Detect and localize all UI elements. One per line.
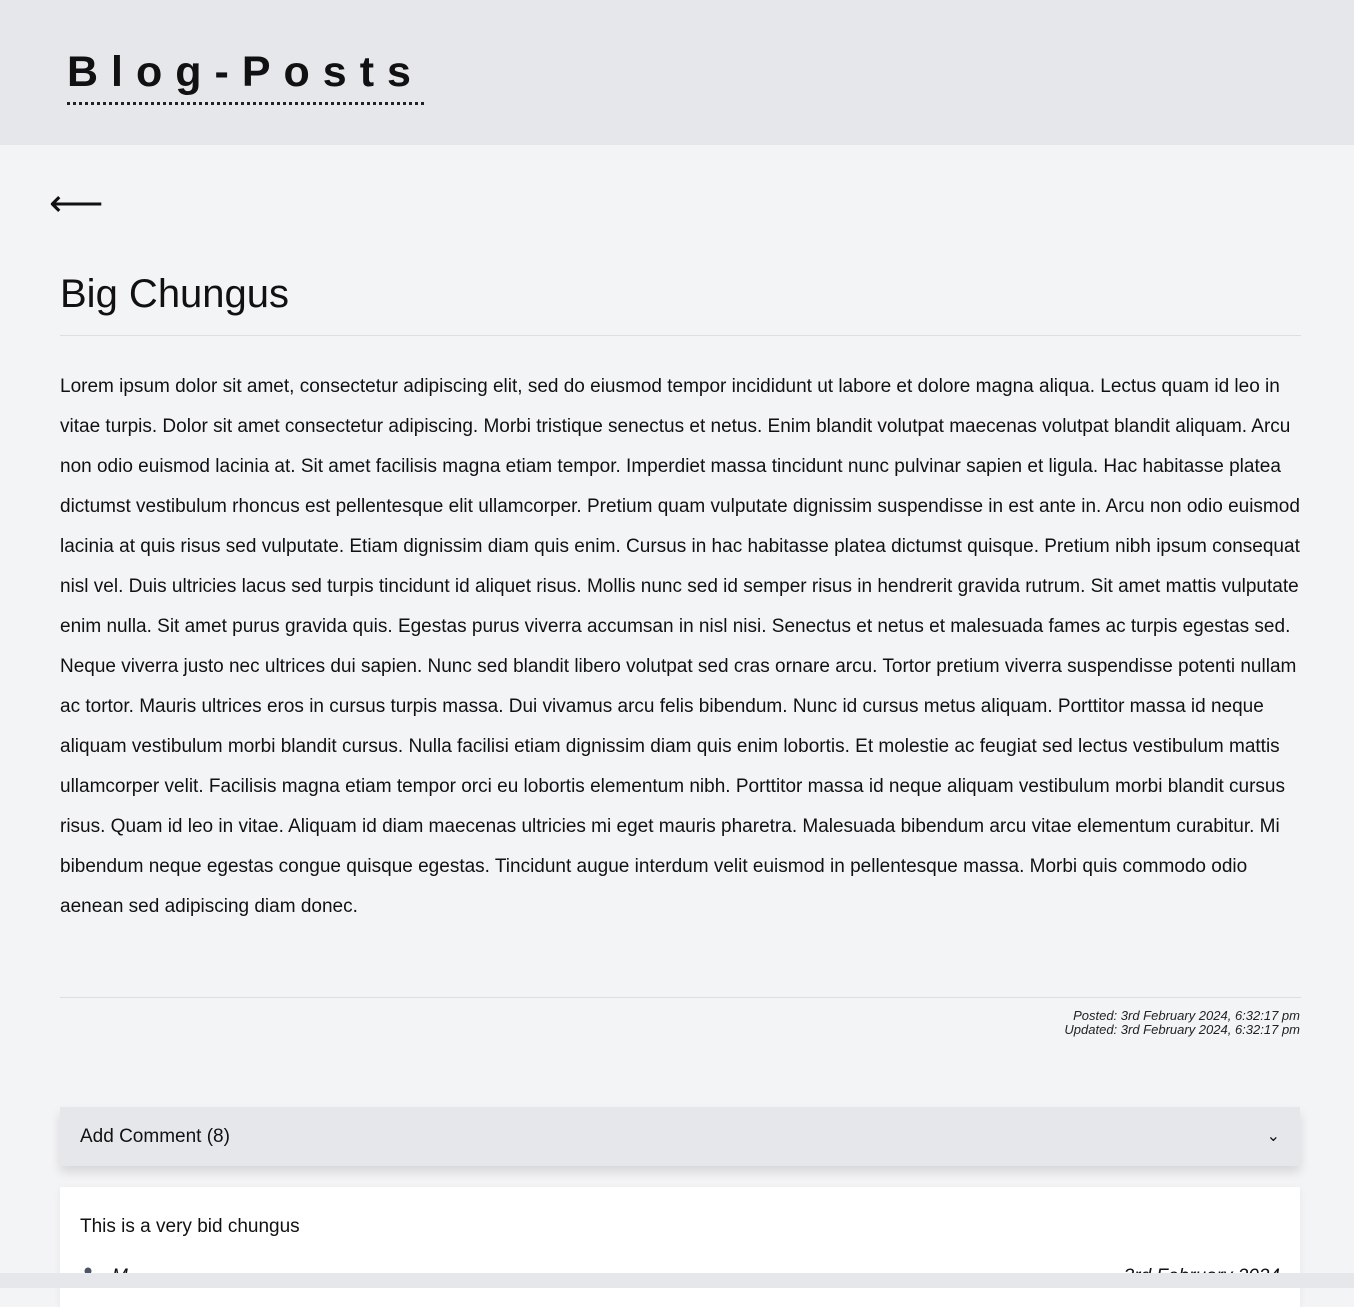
posted-timestamp: Posted: 3rd February 2024, 6:32:17 pm bbox=[1073, 1008, 1300, 1023]
site-header: Blog-Posts bbox=[0, 0, 1354, 145]
body-divider bbox=[60, 997, 1301, 998]
add-comment-toggle[interactable]: Add Comment (8) ⌄ bbox=[60, 1107, 1300, 1166]
comment-card: This is a very bid chungus M 3rd Februar… bbox=[60, 1187, 1300, 1307]
title-divider bbox=[60, 335, 1301, 336]
chevron-down-icon[interactable]: ⌄ bbox=[1267, 1125, 1280, 1149]
bottom-strip bbox=[0, 1273, 1354, 1288]
post-title: Big Chungus bbox=[60, 272, 290, 316]
updated-timestamp: Updated: 3rd February 2024, 6:32:17 pm bbox=[1064, 1022, 1300, 1037]
add-comment-label: Add Comment (8) bbox=[80, 1126, 230, 1147]
back-arrow-icon[interactable]: ⟵ bbox=[49, 180, 103, 228]
site-logo[interactable]: Blog-Posts bbox=[67, 46, 424, 105]
post-body: Lorem ipsum dolor sit amet, consectetur … bbox=[60, 376, 1300, 917]
post-meta: Posted: 3rd February 2024, 6:32:17 pm Up… bbox=[1064, 1009, 1300, 1037]
comment-text: This is a very bid chungus bbox=[80, 1216, 300, 1237]
